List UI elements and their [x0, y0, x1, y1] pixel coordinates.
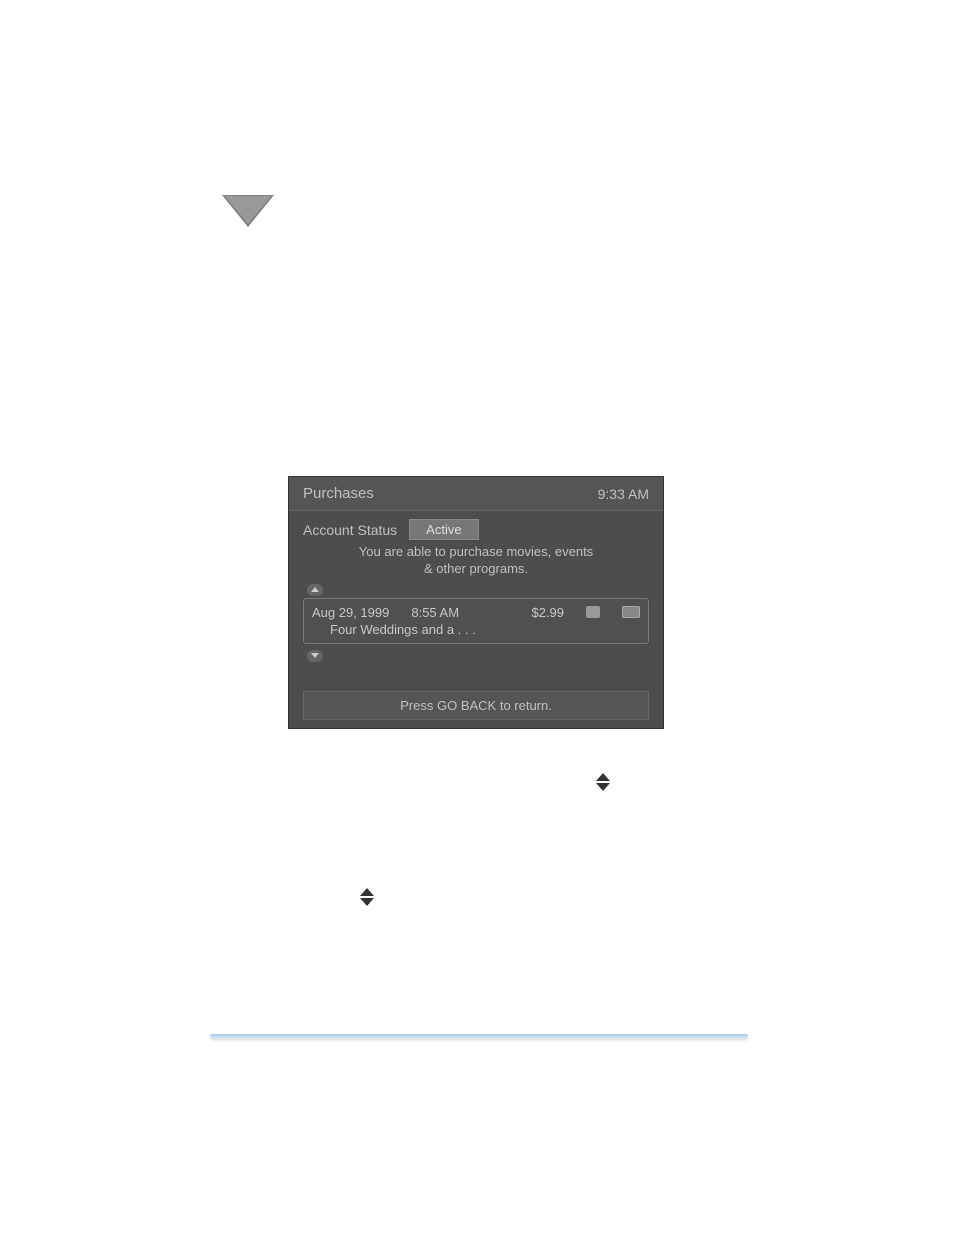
status-line-1: You are able to purchase movies, events — [359, 544, 593, 559]
card-icon — [622, 606, 640, 618]
scroll-up-icon[interactable] — [307, 584, 323, 596]
purchase-list-item[interactable]: Aug 29, 1999 8:55 AM $2.99 Four Weddings… — [303, 598, 649, 644]
status-message: You are able to purchase movies, events … — [303, 544, 649, 578]
screen-body: Account Status Active You are able to pu… — [289, 511, 663, 670]
page-divider — [210, 1034, 748, 1038]
phone-icon — [586, 606, 600, 618]
purchase-row: Aug 29, 1999 8:55 AM $2.99 — [312, 605, 640, 620]
account-status-row: Account Status Active — [303, 519, 649, 540]
down-triangle-icon-inner — [225, 196, 271, 224]
footer-hint: Press GO BACK to return. — [303, 691, 649, 720]
account-status-badge: Active — [409, 519, 478, 540]
triangle-down-icon — [360, 898, 374, 906]
purchase-program-title: Four Weddings and a . . . — [330, 622, 640, 637]
purchase-price: $2.99 — [531, 605, 564, 620]
triangle-up-icon — [596, 773, 610, 781]
triangle-up-icon — [360, 888, 374, 896]
up-down-arrows-icon — [596, 773, 610, 791]
scroll-down-icon[interactable] — [307, 650, 323, 662]
screen-header: Purchases 9:33 AM — [289, 477, 663, 511]
screen-title: Purchases — [303, 485, 374, 502]
account-status-label: Account Status — [303, 522, 397, 538]
purchase-time: 8:55 AM — [411, 605, 459, 620]
purchases-screen: Purchases 9:33 AM Account Status Active … — [288, 476, 664, 729]
triangle-down-icon — [596, 783, 610, 791]
up-down-arrows-icon — [360, 888, 374, 906]
screen-clock: 9:33 AM — [598, 486, 649, 502]
purchase-date: Aug 29, 1999 — [312, 605, 389, 620]
status-line-2: & other programs. — [424, 561, 528, 576]
